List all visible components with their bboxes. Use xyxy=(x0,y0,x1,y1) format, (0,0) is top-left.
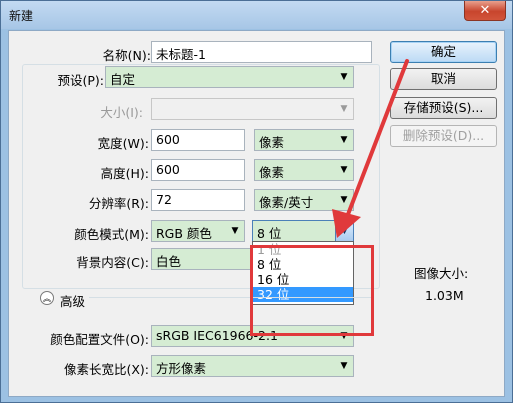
save-preset-button[interactable]: 存储预设(S)... xyxy=(390,97,497,119)
advanced-label: 高级 xyxy=(60,294,86,309)
color-mode-label: 颜色模式(M): xyxy=(74,227,149,242)
ok-button[interactable]: 确定 xyxy=(390,41,497,63)
chevron-down-icon: ▼ xyxy=(340,331,348,341)
bit-depth-select[interactable]: 8 位 ▼ xyxy=(252,220,354,242)
color-mode-select[interactable]: RGB 颜色 ▼ xyxy=(151,220,245,242)
close-button[interactable]: ✕ xyxy=(464,1,506,21)
dialog-body: 名称(N): 未标题-1 预设(P): 自定 ▼ 大小(I): ▼ 宽度(W):… xyxy=(8,30,505,397)
bit-depth-option-32[interactable]: 32 位 xyxy=(253,287,353,302)
chevron-down-icon: ▼ xyxy=(340,361,348,371)
chevron-down-icon: ▼ xyxy=(340,72,348,82)
advanced-divider xyxy=(89,297,371,298)
name-label: 名称(N): xyxy=(102,48,151,63)
chevron-down-icon[interactable]: ▼ xyxy=(335,221,353,241)
preset-label: 预设(P): xyxy=(57,73,104,88)
bit-depth-option-1: 1 位 xyxy=(257,242,282,257)
bit-depth-option-16[interactable]: 16 位 xyxy=(253,272,353,287)
pixel-aspect-select[interactable]: 方形像素 ▼ xyxy=(151,355,354,377)
width-unit-value: 像素 xyxy=(259,135,285,150)
window-title: 新建 xyxy=(9,9,34,23)
background-label: 背景内容(C): xyxy=(76,255,149,270)
size-select: ▼ xyxy=(151,98,354,120)
bit-depth-option-8[interactable]: 8 位 xyxy=(253,257,353,272)
resolution-label: 分辨率(R): xyxy=(88,196,149,211)
preset-select[interactable]: 自定 ▼ xyxy=(105,66,354,88)
color-profile-value: sRGB IEC61966-2.1 xyxy=(156,328,278,343)
resolution-value: 72 xyxy=(156,192,172,207)
color-profile-label: 颜色配置文件(O): xyxy=(50,332,149,347)
delete-preset-button: 删除预设(D)... xyxy=(390,125,497,147)
chevron-down-icon: ▼ xyxy=(231,226,239,236)
pixel-aspect-label: 像素长宽比(X): xyxy=(63,362,149,377)
pixel-aspect-value: 方形像素 xyxy=(156,361,207,376)
name-value: 未标题-1 xyxy=(156,47,206,62)
height-label: 高度(H): xyxy=(100,166,149,181)
width-label: 宽度(W): xyxy=(97,136,149,151)
bit-depth-dropdown-list: 1 位 8 位 16 位 32 位 xyxy=(252,241,354,305)
title-bar: 新建 ✕ xyxy=(1,1,512,29)
chevron-down-icon: ▼ xyxy=(340,165,348,175)
chevron-down-icon: ▼ xyxy=(340,104,348,114)
background-value: 白色 xyxy=(156,254,182,269)
color-profile-select[interactable]: sRGB IEC61966-2.1 ▼ xyxy=(151,325,354,347)
image-size-value: 1.03M xyxy=(425,288,464,303)
collapse-chevrons-icon[interactable]: ︽ xyxy=(40,291,54,305)
height-value: 600 xyxy=(156,162,180,177)
image-size-label: 图像大小: xyxy=(414,266,469,281)
height-input[interactable]: 600 xyxy=(151,159,245,181)
new-document-dialog: 新建 ✕ 名称(N): 未标题-1 预设(P): 自定 ▼ 大小(I): ▼ 宽… xyxy=(0,0,513,403)
width-input[interactable]: 600 xyxy=(151,129,245,151)
name-input[interactable]: 未标题-1 xyxy=(151,41,372,63)
chevron-down-icon: ▼ xyxy=(340,135,348,145)
cancel-button[interactable]: 取消 xyxy=(390,68,497,90)
height-unit-value: 像素 xyxy=(259,165,285,180)
resolution-unit-value: 像素/英寸 xyxy=(259,195,314,210)
size-label: 大小(I): xyxy=(100,105,143,120)
color-mode-value: RGB 颜色 xyxy=(156,226,212,241)
background-select[interactable]: 白色 xyxy=(151,248,251,270)
width-value: 600 xyxy=(156,132,180,147)
bit-depth-value: 8 位 xyxy=(257,226,282,241)
width-unit-select[interactable]: 像素 ▼ xyxy=(254,129,354,151)
preset-value: 自定 xyxy=(110,72,136,87)
resolution-input[interactable]: 72 xyxy=(151,189,245,211)
close-icon: ✕ xyxy=(479,3,491,18)
height-unit-select[interactable]: 像素 ▼ xyxy=(254,159,354,181)
resolution-unit-select[interactable]: 像素/英寸 ▼ xyxy=(254,189,354,211)
chevron-down-icon: ▼ xyxy=(340,195,348,205)
